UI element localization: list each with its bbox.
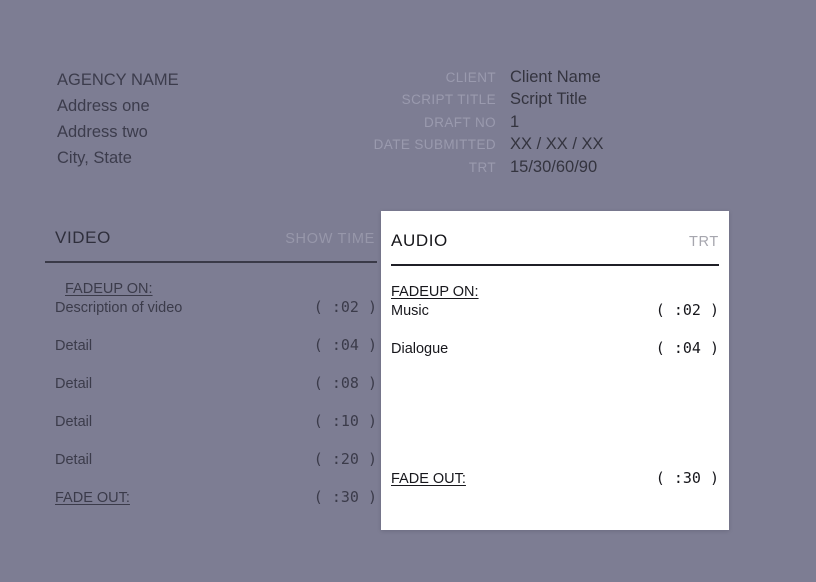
video-column-header: VIDEO SHOW TIME [45, 228, 377, 263]
video-row-time: ( :02 ) [313, 298, 377, 316]
meta-row-draft-no: DRAFT NO 1 [266, 113, 646, 135]
video-row-label: Detail [55, 452, 93, 468]
audio-panel[interactable]: AUDIO TRT FADEUP ON: Music ( :02 ) Dialo… [381, 211, 729, 530]
audio-column-title: AUDIO [391, 231, 448, 250]
audio-row-label: Music [391, 303, 429, 319]
agency-block: AGENCY NAME Address one Address two City… [57, 67, 179, 171]
video-row-time: ( :04 ) [313, 336, 377, 354]
meta-label-client: CLIENT [445, 70, 496, 85]
meta-label-date-submitted: DATE SUBMITTED [373, 137, 496, 153]
meta-value-trt: 15/30/60/90 [510, 157, 598, 176]
agency-name: AGENCY NAME [57, 71, 179, 89]
meta-value-date-submitted: XX / XX / XX [510, 135, 604, 154]
audio-row-label: Dialogue [391, 341, 449, 357]
meta-label-trt: TRT [468, 159, 496, 175]
audio-column-header: AUDIO TRT [391, 211, 719, 266]
video-showtime-header: SHOW TIME [285, 231, 375, 247]
audio-fadeout-row: FADE OUT: ( :30 ) [391, 469, 719, 507]
video-fadeout-time: ( :30 ) [313, 488, 377, 506]
audio-row-time: ( :04 ) [655, 339, 719, 357]
audio-fadeout-label: FADE OUT: [391, 471, 466, 487]
meta-label-draft-no: DRAFT NO [424, 114, 496, 130]
agency-address-two: Address two [57, 123, 148, 141]
meta-row-script-title: SCRIPT TITLE Script Title [266, 90, 646, 112]
table-row: Detail ( :20 ) [55, 450, 377, 488]
meta-value-script-title: Script Title [510, 90, 588, 109]
video-row-label: Detail [55, 414, 93, 430]
audio-fadeout-time: ( :30 ) [655, 469, 719, 487]
video-row-list: FADEUP ON: Description of video ( :02 ) … [45, 263, 377, 526]
meta-row-client: CLIENT Client Name [266, 68, 646, 90]
audio-row-time: ( :02 ) [655, 301, 719, 319]
meta-row-date-submitted: DATE SUBMITTED XX / XX / XX [266, 135, 646, 157]
document-header: AGENCY NAME Address one Address two City… [0, 0, 816, 200]
table-row: Detail ( :04 ) [55, 336, 377, 374]
video-fadeout-row: FADE OUT: ( :30 ) [55, 488, 377, 526]
audio-row-list: FADEUP ON: Music ( :02 ) Dialogue ( :04 … [391, 266, 719, 530]
video-row-label: Detail [55, 338, 93, 354]
video-row-time: ( :10 ) [313, 412, 377, 430]
table-row: Dialogue ( :04 ) [391, 339, 719, 377]
video-row-time: ( :08 ) [313, 374, 377, 392]
audio-fadeup-cue: FADEUP ON: [391, 284, 479, 300]
agency-address-one: Address one [57, 97, 150, 115]
table-row: Music ( :02 ) [391, 301, 719, 339]
meta-row-trt: TRT 15/30/60/90 [266, 158, 646, 180]
video-column: VIDEO SHOW TIME FADEUP ON: Description o… [45, 228, 377, 526]
video-fadeout-label: FADE OUT: [55, 490, 130, 506]
video-row-time: ( :20 ) [313, 450, 377, 468]
meta-value-client: Client Name [510, 68, 601, 86]
meta-label-script-title: SCRIPT TITLE [401, 92, 496, 108]
table-row: Detail ( :10 ) [55, 412, 377, 450]
table-row: Description of video ( :02 ) [55, 298, 377, 336]
video-fadeup-cue: FADEUP ON: [65, 281, 153, 297]
script-meta-block: CLIENT Client Name SCRIPT TITLE Script T… [266, 68, 646, 180]
video-row-label: Description of video [55, 300, 183, 316]
table-row: Detail ( :08 ) [55, 374, 377, 412]
audio-trt-header: TRT [688, 234, 719, 250]
meta-value-draft-no: 1 [510, 112, 520, 131]
agency-city-state: City, State [57, 149, 132, 167]
video-row-label: Detail [55, 376, 93, 392]
video-column-title: VIDEO [55, 228, 111, 247]
